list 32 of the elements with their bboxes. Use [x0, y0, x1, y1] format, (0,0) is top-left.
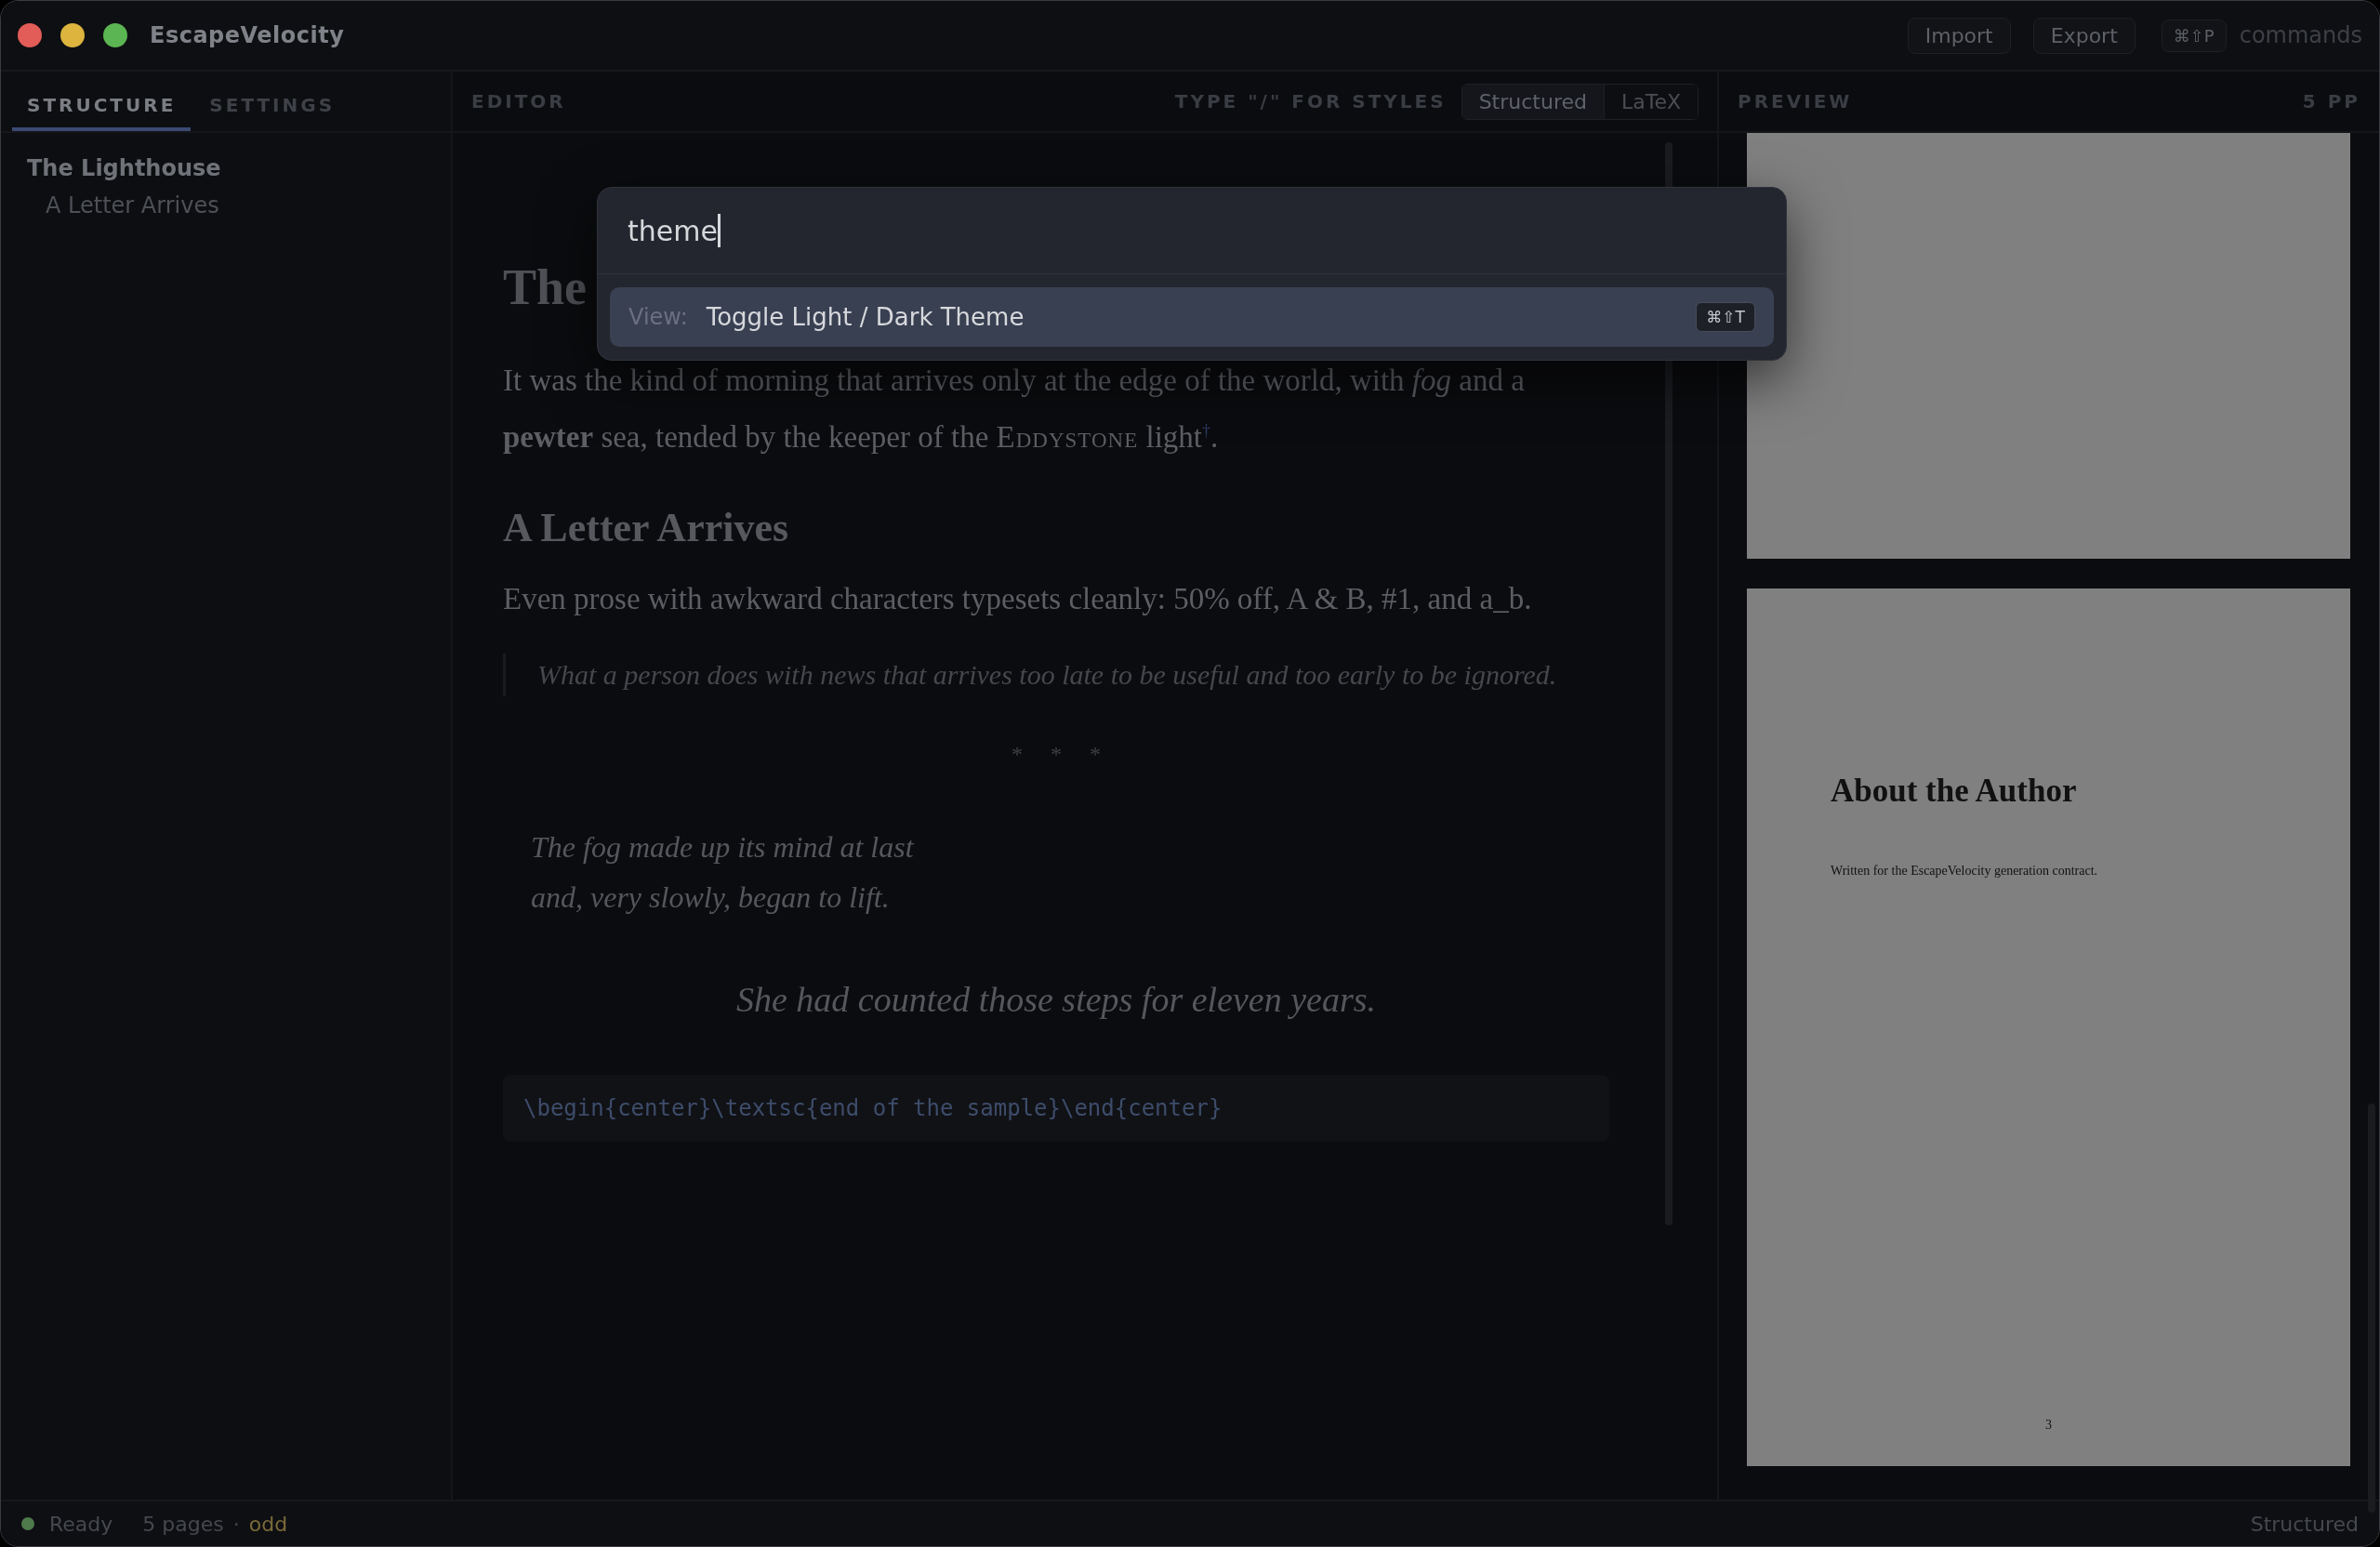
page-number: 3 — [2044, 1418, 2053, 1433]
verse-line: The fog made up its mind at last — [531, 829, 916, 866]
shortcut-key: ⌘⇧P — [2161, 19, 2227, 52]
outline-item[interactable]: A Letter Arrives — [27, 192, 425, 218]
window-title: EscapeVelocity — [150, 22, 345, 48]
toolbar-button[interactable]: Export — [2032, 17, 2135, 54]
parity-label: odd — [248, 1512, 288, 1536]
document-title: The — [503, 258, 588, 316]
code-block: \begin{center}\textsc{end of the sample}\end{center} — [503, 1075, 1609, 1142]
search-field[interactable]: theme — [598, 188, 1786, 274]
body-paragraph: Even prose with awkward characters typesets cleanly: 50% off, A & B, #1, and a_b. — [503, 581, 1533, 617]
page-heading: About the Author — [1831, 773, 2078, 810]
sidebar-tab[interactable]: STRUCTURE — [12, 72, 192, 131]
minimize-button[interactable] — [60, 23, 85, 47]
zoom-button[interactable] — [103, 23, 127, 47]
verse-line: and, very slowly, began to lift. — [531, 879, 891, 916]
centered-line: She had counted those steps for eleven years. — [734, 979, 1377, 1020]
separator-dot: · — [232, 1512, 240, 1536]
page-info: 5 pages — [142, 1512, 224, 1536]
block-quote: What a person does with news that arrives too late to be useful and too early to be ignored. — [503, 654, 1609, 696]
mode-option[interactable]: Structured — [1461, 84, 1605, 119]
outline-item[interactable]: The Lighthouse — [27, 155, 425, 181]
toolbar-button[interactable]: Import — [1907, 17, 2011, 54]
command-label: Toggle Light / Dark Theme — [706, 303, 1025, 331]
body-paragraph: It was the kind of morning that arrives only at the edge of the world, with fog and a pewter sea, tended by the keeper of the Eddystone light$^{†}$. — [503, 363, 1526, 456]
section-heading: A Letter Arrives — [503, 506, 790, 550]
status-text: Ready — [49, 1512, 113, 1536]
page-text: Written for the EscapeVelocity generation contract. — [1831, 864, 2099, 879]
mode-label: Structured — [2250, 1512, 2359, 1536]
shortcut-key: ⌘⇧T — [1696, 302, 1755, 332]
section-break: * * * — [1011, 742, 1102, 767]
close-button[interactable] — [18, 23, 42, 47]
